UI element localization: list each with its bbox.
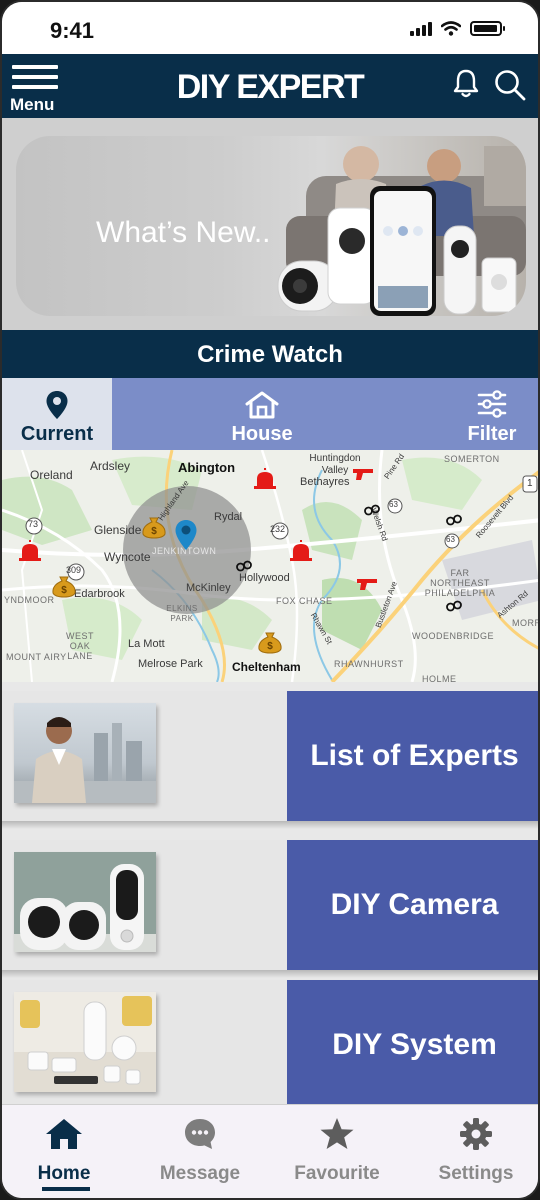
handcuffs-icon[interactable]: [236, 560, 252, 572]
map-place-label: HOLME: [422, 674, 457, 682]
tab-filter-label: Filter: [467, 423, 517, 445]
tab-current-label: Current: [20, 423, 94, 445]
gear-icon: [460, 1118, 492, 1150]
nav-favourite-label: Favourite: [294, 1163, 380, 1184]
road-number-label: 63: [389, 500, 398, 509]
map-place-label: RHAWNHURST: [334, 659, 404, 669]
handcuffs-icon[interactable]: [446, 514, 462, 526]
nav-message-label: Message: [159, 1163, 241, 1184]
crime-watch-title: Crime Watch: [2, 330, 538, 378]
map-place-label: McKinley: [186, 582, 231, 594]
battery-icon: [470, 21, 505, 36]
diy-camera-button[interactable]: DIY Camera: [287, 840, 538, 970]
nav-settings[interactable]: Settings: [416, 1105, 536, 1198]
map-place-label: Edarbrook: [74, 588, 125, 600]
svg-text:$: $: [61, 585, 67, 596]
map-place-label: Hollywood: [239, 572, 290, 584]
message-icon: [185, 1119, 215, 1149]
handgun-icon[interactable]: [356, 577, 378, 591]
list-of-experts-card[interactable]: List of Experts: [2, 691, 538, 829]
card-shadow: [2, 821, 538, 829]
map-place-label: Oreland: [30, 468, 73, 482]
map-place-label: FOX CHASE: [276, 596, 333, 606]
siren-alarm-icon[interactable]: [252, 468, 278, 490]
nav-home-label: Home: [37, 1163, 91, 1184]
road-number-label: 63: [446, 535, 455, 544]
home-icon: [46, 1119, 82, 1149]
tab-house[interactable]: House: [202, 378, 322, 450]
map-place-label: SOMERTON: [444, 454, 500, 464]
map-place-label: ELKINS PARK: [166, 604, 198, 623]
expert-portrait-image: [14, 703, 156, 803]
nav-settings-label: Settings: [438, 1163, 514, 1184]
location-pin-icon: [46, 391, 68, 419]
nav-home[interactable]: Home: [4, 1105, 124, 1198]
banner-product-image: [277, 146, 526, 316]
map-place-label: YNDMOOR: [4, 595, 55, 605]
tab-current[interactable]: Current: [2, 378, 112, 450]
location-pin-marker[interactable]: [174, 519, 198, 551]
siren-alarm-icon[interactable]: [17, 540, 43, 562]
road-number-label: 1: [527, 478, 533, 489]
tab-filter[interactable]: Filter: [442, 378, 538, 450]
map-place-label: WOODENBRIDGE: [412, 631, 495, 641]
bottom-nav: Home Message Favourite Settings: [2, 1104, 538, 1198]
nav-active-indicator: [42, 1187, 90, 1191]
map-place-label: Ardsley: [90, 459, 131, 473]
app-header: Menu DIY EXPERT: [2, 54, 538, 118]
diy-camera-card[interactable]: DIY Camera: [2, 840, 538, 978]
map-place-label: Melrose Park: [138, 658, 203, 670]
home-security-system-image: [14, 992, 156, 1092]
sliders-icon: [477, 390, 507, 418]
map-place-label: Rydal: [214, 511, 243, 523]
svg-text:$: $: [151, 526, 157, 537]
security-cameras-image: [14, 852, 156, 952]
phone-screen: 9:41 Menu DIY EXPERT What’s New.. Crime …: [0, 0, 540, 1200]
map-place-label: MORRI: [512, 618, 538, 628]
map-place-label: Bethayres: [300, 476, 350, 488]
money-bag-icon[interactable]: $: [141, 515, 167, 539]
status-time: 9:41: [50, 18, 95, 43]
map-place-label: Glenside: [94, 523, 142, 537]
status-bar: 9:41: [2, 2, 538, 54]
road-number-label: 232: [270, 524, 286, 534]
banner-text: What’s New..: [96, 216, 271, 249]
map-place-label: Abington: [178, 460, 236, 475]
whats-new-banner[interactable]: What’s New..: [16, 136, 526, 316]
house-icon: [245, 391, 279, 419]
handgun-icon[interactable]: [352, 467, 374, 481]
status-icons: [410, 21, 505, 36]
search-icon[interactable]: [493, 68, 527, 102]
map-place-label: Cheltenham: [232, 660, 301, 674]
map-place-label: FAR NORTHEAST PHILADELPHIA: [424, 568, 496, 598]
siren-alarm-icon[interactable]: [288, 540, 314, 562]
list-of-experts-button[interactable]: List of Experts: [287, 691, 538, 821]
svg-text:$: $: [267, 641, 273, 652]
handcuffs-icon[interactable]: [446, 600, 462, 612]
nav-message[interactable]: Message: [140, 1105, 260, 1198]
wifi-icon: [441, 21, 461, 36]
money-bag-icon[interactable]: $: [257, 630, 283, 654]
card-shadow: [2, 970, 538, 978]
map-place-label: Wyncote: [104, 550, 151, 564]
money-bag-icon[interactable]: $: [51, 574, 77, 598]
map-place-label: MOUNT AIRY: [6, 652, 67, 662]
road-number-label: 73: [28, 519, 39, 529]
crime-map[interactable]: 73 309 232 63 63 1 Oreland Ardsley Abing…: [2, 450, 538, 682]
handcuffs-icon[interactable]: [364, 504, 380, 516]
nav-favourite[interactable]: Favourite: [277, 1105, 397, 1198]
star-icon: [320, 1118, 354, 1149]
cellular-signal-icon: [410, 22, 432, 36]
bell-icon[interactable]: [451, 68, 481, 100]
map-place-label: La Mott: [128, 638, 165, 650]
crime-watch-tabs: Current House Filter: [2, 378, 538, 450]
diy-system-button[interactable]: DIY System: [287, 980, 538, 1110]
tab-house-label: House: [231, 423, 293, 445]
whats-new-section: What’s New..: [2, 118, 538, 330]
diy-system-card[interactable]: DIY System: [2, 980, 538, 1118]
